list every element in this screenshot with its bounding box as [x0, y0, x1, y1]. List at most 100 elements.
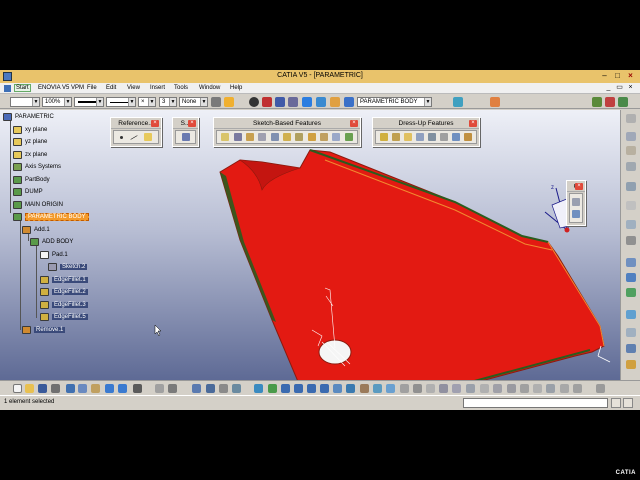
shading-icon[interactable] [360, 384, 369, 393]
point-symbol-combo[interactable]: × ▼ [138, 97, 156, 107]
tree-node-pad1[interactable]: Pad.1 [40, 250, 68, 260]
remove-loft-icon[interactable] [332, 133, 341, 141]
line-weight-combo[interactable]: 3 ▼ [159, 97, 177, 107]
menu-tools[interactable]: Tools [174, 85, 188, 91]
axis-system-icon[interactable] [275, 97, 285, 107]
measure-inertia-icon[interactable] [232, 384, 241, 393]
cut-icon[interactable] [66, 384, 75, 393]
reference-elements-toolbar[interactable]: Reference... × [110, 117, 162, 147]
edge-fillet-icon[interactable] [380, 133, 388, 141]
sketch-mode-icon[interactable] [400, 384, 409, 393]
contact-constraint-icon[interactable] [572, 210, 580, 218]
copy-icon[interactable] [78, 384, 87, 393]
doc-restore-button[interactable]: ▭ [615, 84, 624, 92]
tree-node-axis-systems[interactable]: Axis Systems [13, 162, 61, 172]
measure-icon[interactable] [288, 97, 298, 107]
tree-node-xy-plane[interactable]: xy plane [13, 125, 47, 135]
clear-button[interactable] [623, 398, 633, 408]
tree-node-root[interactable]: PARAMETRIC [3, 112, 54, 122]
thickness-icon[interactable] [428, 133, 436, 141]
tree-node-add1[interactable]: Add.1 [22, 225, 50, 235]
close-icon[interactable]: × [151, 120, 159, 127]
chamfer-icon[interactable] [392, 133, 400, 141]
depth-effect-icon[interactable] [493, 384, 502, 393]
power-input-field[interactable] [463, 398, 608, 408]
current-body-combo[interactable]: PARAMETRIC BODY ▼ [357, 97, 432, 107]
boolean-icon[interactable] [626, 288, 636, 297]
open-icon[interactable] [25, 384, 34, 393]
rib-icon[interactable] [282, 133, 291, 141]
doc-close-button[interactable]: × [626, 84, 635, 92]
new-icon[interactable] [13, 384, 22, 393]
replace-face-icon[interactable] [464, 133, 472, 141]
sketcher-toolbar[interactable]: S... × [172, 117, 199, 147]
close-icon[interactable]: × [575, 183, 583, 190]
part-body-face[interactable] [219, 149, 605, 380]
stiffener-icon[interactable] [307, 133, 316, 141]
fit-all-icon[interactable] [268, 384, 277, 393]
close-icon[interactable]: × [188, 120, 196, 127]
sketch-icon[interactable] [181, 133, 190, 141]
isometric-view-icon[interactable] [346, 384, 355, 393]
point-icon[interactable] [120, 135, 124, 139]
multi-view-icon[interactable] [452, 384, 461, 393]
rotate-icon[interactable] [294, 384, 303, 393]
tree-node-main-origin[interactable]: MAIN ORIGIN [13, 200, 63, 210]
document-icon[interactable] [4, 85, 11, 92]
constraint-icon[interactable] [262, 97, 272, 107]
hide-show-icon[interactable] [373, 384, 382, 393]
slot-icon[interactable] [295, 133, 304, 141]
3d-compass-icon[interactable] [413, 384, 422, 393]
plane-icon[interactable] [143, 133, 152, 141]
sketch-analysis-icon[interactable] [626, 344, 636, 353]
menu-window[interactable]: Window [199, 85, 220, 91]
tree-node-parametric-body[interactable]: PARAMETRIC BODY [13, 212, 89, 222]
dress-up-features-toolbar[interactable]: Dress-Up Features × [372, 117, 480, 147]
line-thickness-combo[interactable]: ▼ [74, 97, 104, 107]
line-icon[interactable] [129, 134, 138, 140]
measure-between-icon[interactable] [219, 384, 228, 393]
apply-customization-icon[interactable] [573, 384, 582, 393]
menu-start[interactable]: Start [14, 84, 31, 92]
menu-edit[interactable]: Edit [106, 85, 116, 91]
workbench-icon-1[interactable] [592, 97, 602, 107]
solid-combine-icon[interactable] [344, 133, 353, 141]
menu-insert[interactable]: Insert [150, 85, 165, 91]
shaft-icon[interactable] [245, 133, 254, 141]
toolbar-handle-icon[interactable] [626, 114, 636, 123]
tree-node-remove1[interactable]: Remove.1 [22, 325, 66, 335]
walk-icon[interactable] [507, 384, 516, 393]
print-icon[interactable] [51, 384, 60, 393]
ground-icon[interactable] [466, 384, 475, 393]
pattern-icon[interactable] [626, 258, 636, 267]
save-icon[interactable] [38, 384, 47, 393]
3d-viewport[interactable]: z y PARAMETRIC xy plane [0, 110, 620, 380]
surface-icon[interactable] [626, 310, 636, 319]
shell-icon[interactable] [416, 133, 424, 141]
insert-body-icon[interactable] [302, 97, 312, 107]
lighting-icon[interactable] [480, 384, 489, 393]
annotation-icon[interactable] [626, 201, 636, 210]
update-icon[interactable] [249, 97, 259, 107]
constraints-toolbar[interactable]: C × [566, 180, 586, 226]
tools-palette-icon[interactable] [490, 97, 500, 107]
redo-icon[interactable] [118, 384, 127, 393]
menu-help[interactable]: Help [230, 85, 242, 91]
zoom-in-icon[interactable] [307, 384, 316, 393]
tree-node-edgefillet1[interactable]: EdgeFillet.1 [40, 275, 88, 285]
doc-minimize-button[interactable]: _ [604, 84, 613, 92]
insert-geometrical-set-icon[interactable] [316, 97, 326, 107]
close-icon[interactable]: × [469, 120, 477, 127]
workbench-icon-2[interactable] [605, 97, 615, 107]
painter-icon[interactable] [211, 97, 221, 107]
format-painter-icon[interactable] [224, 97, 234, 107]
line-type-combo[interactable]: ▼ [106, 97, 136, 107]
catalog-icon[interactable] [192, 384, 201, 393]
view-icon[interactable] [626, 220, 636, 229]
pan-icon[interactable] [281, 384, 290, 393]
normal-view-icon[interactable] [333, 384, 342, 393]
swap-visible-space-icon[interactable] [386, 384, 395, 393]
maximize-button[interactable]: □ [611, 71, 624, 81]
groove-icon[interactable] [258, 133, 267, 141]
tree-node-add-body[interactable]: ADD BODY [30, 237, 73, 247]
